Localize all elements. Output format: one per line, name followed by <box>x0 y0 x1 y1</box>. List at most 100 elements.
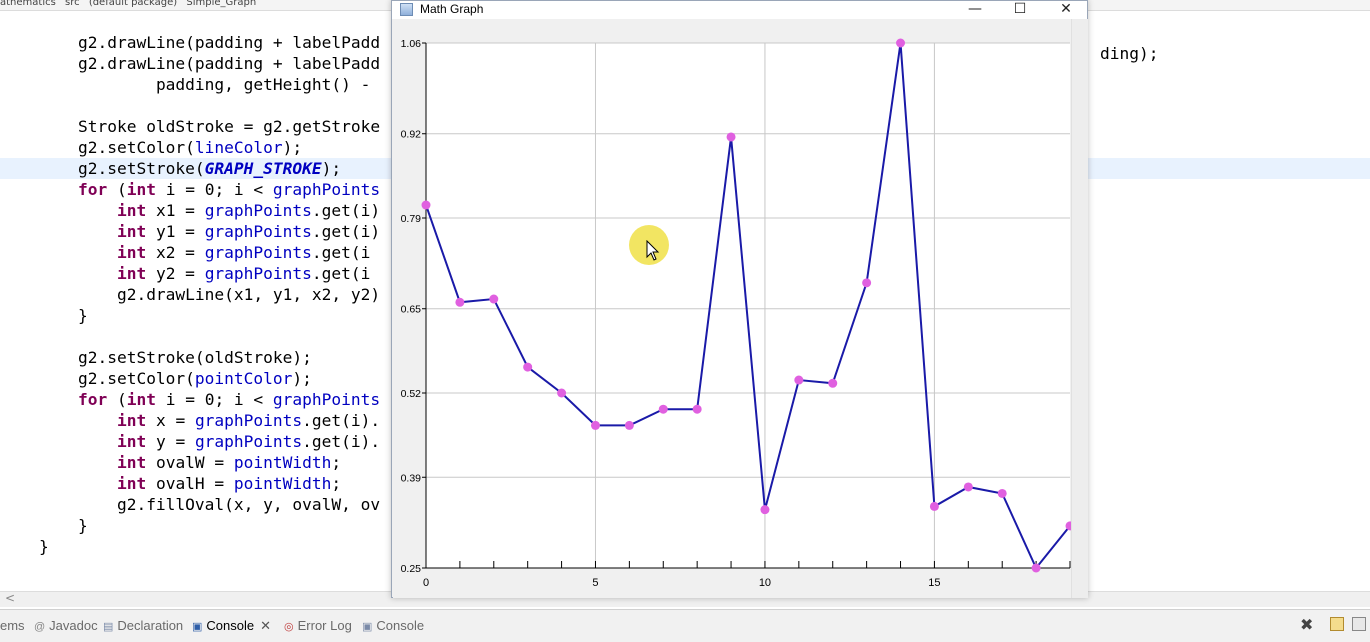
tab-label: Error Log <box>297 618 352 633</box>
code-token: int <box>116 264 147 283</box>
y-tick-label: 0.39 <box>401 472 422 484</box>
code-token: Stroke oldStroke = g2.getStroke <box>77 117 381 136</box>
x-tick-label: 15 <box>928 577 940 589</box>
code-token: g2.drawLine(x1, y1, x2, y2) <box>116 285 381 304</box>
code-token: g2.drawLine(padding + labelPadd <box>77 54 381 73</box>
window-titlebar[interactable]: Math Graph — ☐ ✕ <box>392 1 1087 19</box>
code-line: int x1 = graphPoints.get(i) <box>0 200 380 221</box>
error-log-icon: ◎ <box>284 621 294 633</box>
code-token: ); <box>282 138 303 157</box>
code-token: .get(i <box>311 264 371 283</box>
code-token: GRAPH_STROKE <box>204 159 322 178</box>
code-token: ); <box>292 369 312 388</box>
code-line: } <box>0 515 88 536</box>
data-point <box>726 132 736 142</box>
code-token: g2.setStroke( <box>77 159 205 178</box>
tab-problems[interactable]: ems <box>0 617 25 635</box>
code-token: x = <box>146 411 195 430</box>
declaration-icon: ▤ <box>103 621 114 633</box>
code-token: g2.setColor( <box>77 138 195 157</box>
breadcrumb-item[interactable]: Simple_Graph <box>186 0 256 8</box>
javadoc-icon: @ <box>34 621 46 633</box>
data-point <box>760 505 770 515</box>
code-token: g2.setColor( <box>77 369 195 388</box>
y-tick-label: 0.52 <box>401 388 422 400</box>
code-line: Stroke oldStroke = g2.getStroke <box>0 116 380 137</box>
code-token: .get(i <box>311 243 371 262</box>
code-token: pointWidth <box>233 474 332 493</box>
code-token: pointColor <box>194 369 293 388</box>
close-button[interactable]: ✕ <box>1046 0 1086 19</box>
code-token: pointWidth <box>233 453 332 472</box>
breadcrumb-item[interactable]: src <box>65 0 80 8</box>
code-line-fragment: ding); <box>1100 44 1159 63</box>
data-point <box>692 404 702 414</box>
x-tick-label: 0 <box>423 577 429 589</box>
minimize-button[interactable]: — <box>955 0 995 19</box>
code-line: int y = graphPoints.get(i). <box>0 431 380 452</box>
scroll-left-arrow[interactable]: < <box>5 591 15 605</box>
code-token: graphPoints <box>272 180 381 199</box>
code-line: int x = graphPoints.get(i). <box>0 410 380 431</box>
tab-label: Console <box>206 618 255 633</box>
breadcrumb-item[interactable]: (default package) <box>89 0 177 8</box>
code-token: int <box>116 201 147 220</box>
breadcrumb-item[interactable]: athematics <box>0 0 56 8</box>
java-app-icon <box>400 3 413 16</box>
code-token: ovalW = <box>146 453 234 472</box>
code-token: ); <box>321 159 342 178</box>
code-token: x1 = <box>146 201 205 220</box>
code-line: g2.drawLine(x1, y1, x2, y2) <box>0 284 380 305</box>
tab-javadoc[interactable]: @ Javadoc <box>34 617 98 635</box>
code-token: graphPoints <box>204 243 312 262</box>
code-token: graphPoints <box>194 432 303 451</box>
data-point <box>421 200 431 210</box>
x-tick-label: 10 <box>759 577 771 589</box>
data-point <box>1031 563 1041 573</box>
code-token: int <box>126 390 156 409</box>
code-line: g2.drawLine(padding + labelPadd <box>0 32 380 53</box>
tab-console-2[interactable]: ▣ Console <box>362 617 424 635</box>
code-token: int <box>116 222 147 241</box>
math-graph-window: Math Graph — ☐ ✕ 0.25 0.39 0.52 0.65 0.79 0.9… <box>391 0 1088 598</box>
code-token: .get(i) <box>311 201 381 220</box>
window-edge <box>1071 19 1088 598</box>
code-token: } <box>77 516 88 535</box>
tab-error-log[interactable]: ◎ Error Log <box>284 617 352 635</box>
pin-console-icon[interactable] <box>1330 617 1344 631</box>
code-token: y1 = <box>146 222 205 241</box>
code-token: ( <box>107 180 127 199</box>
code-token: int <box>116 474 147 493</box>
code-token: ovalH = <box>146 474 234 493</box>
data-point <box>658 404 668 414</box>
y-tick-label: 0.92 <box>401 129 422 141</box>
code-token: g2.drawLine(padding + labelPadd <box>77 33 381 52</box>
graph-panel: 0.25 0.39 0.52 0.65 0.79 0.92 1.06 0 5 10 15 <box>393 19 1071 598</box>
console-icon: ▣ <box>362 621 373 633</box>
code-line: g2.drawLine(padding + labelPadd <box>0 53 380 74</box>
code-line: int y2 = graphPoints.get(i <box>0 263 370 284</box>
data-point <box>624 420 634 430</box>
code-token: ( <box>107 390 127 409</box>
code-token: int <box>116 243 147 262</box>
code-line: int ovalH = pointWidth; <box>0 473 341 494</box>
data-point <box>963 482 973 492</box>
data-point <box>557 388 567 398</box>
remove-launch-icon[interactable]: ✖ <box>1300 615 1313 635</box>
tab-console[interactable]: ▣ Console ✕ <box>192 617 271 635</box>
code-token: i = 0; i < <box>155 180 273 199</box>
code-token: for <box>77 180 108 199</box>
data-point <box>794 375 804 385</box>
window-title: Math Graph <box>420 2 484 16</box>
code-line: g2.setColor(lineColor); <box>0 137 302 158</box>
maximize-button[interactable]: ☐ <box>1000 0 1040 19</box>
code-token: int <box>126 180 156 199</box>
tab-declaration[interactable]: ▤ Declaration <box>103 617 183 635</box>
code-line: g2.setStroke(oldStroke); <box>0 347 312 368</box>
code-token: ; <box>331 453 342 472</box>
close-icon[interactable]: ✕ <box>260 618 271 633</box>
display-console-icon[interactable] <box>1352 617 1366 631</box>
y-tick-label: 0.65 <box>401 304 422 316</box>
data-point <box>997 488 1007 498</box>
tab-label: Declaration <box>117 618 184 633</box>
